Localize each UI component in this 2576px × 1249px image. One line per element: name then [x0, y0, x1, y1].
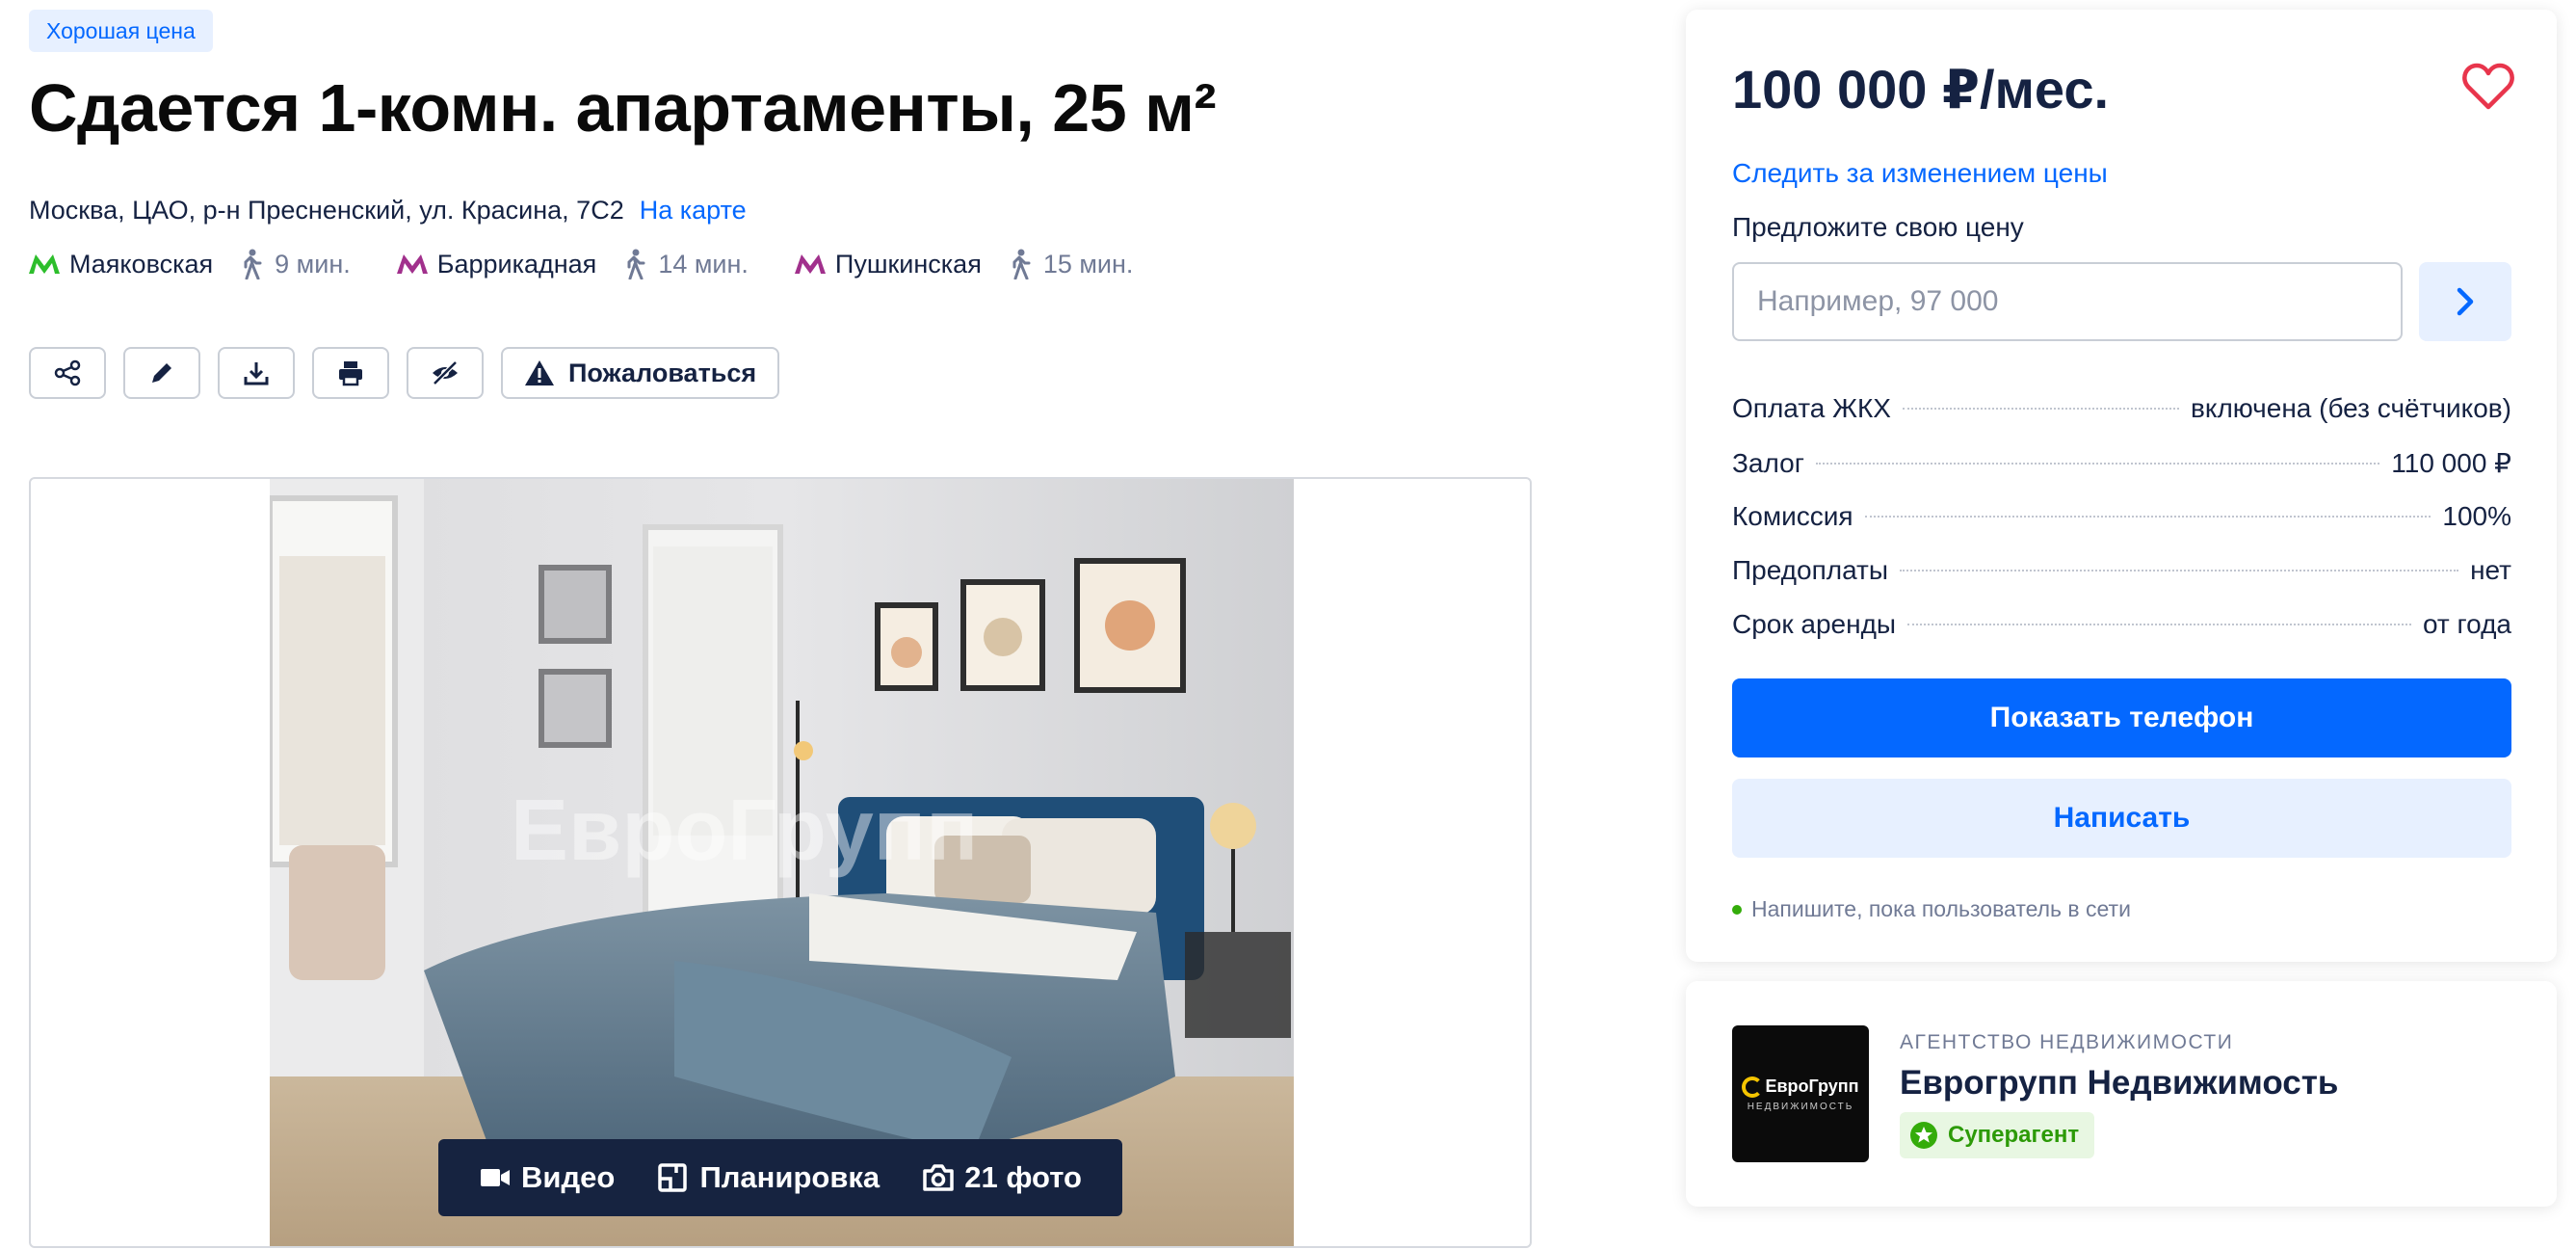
bedroom-photo: ЕвроГрупп [270, 479, 1294, 1246]
good-price-badge: Хорошая цена [29, 10, 213, 52]
metro-icon [29, 254, 60, 274]
heart-icon[interactable] [2462, 63, 2514, 111]
term-label: Оплата ЖКХ [1732, 393, 1891, 423]
write-message-button[interactable]: Написать [1732, 779, 2511, 858]
photos-count-label: 21 фото [964, 1160, 1082, 1194]
superagent-badge: Суперагент [1900, 1112, 2095, 1158]
price-offer-input[interactable] [1732, 262, 2403, 341]
term-row: Залог 110 000 ₽ [1732, 447, 2511, 501]
warning-icon [525, 360, 554, 385]
pencil-icon [152, 363, 171, 383]
show-phone-button[interactable]: Показать телефон [1732, 678, 2511, 757]
metro-icon [794, 254, 826, 274]
term-label: Комиссия [1732, 501, 1853, 531]
term-row: Срок аренды от года [1732, 609, 2511, 663]
dotted-leader [1902, 408, 2179, 410]
edit-button[interactable] [123, 347, 200, 399]
listing-title: Сдается 1-комн. апартаменты, 25 м² [29, 70, 1217, 146]
photo-gallery[interactable]: ЕвроГрупп Видео Планировка 21 фото [29, 477, 1532, 1248]
video-camera-icon [481, 1169, 511, 1186]
walk-icon [244, 249, 262, 279]
video-label: Видео [521, 1160, 616, 1194]
video-button[interactable]: Видео [479, 1160, 615, 1195]
download-icon [244, 362, 269, 385]
floorplan-icon [658, 1163, 688, 1192]
agent-logo[interactable]: ЕвроГрупп НЕДВИЖИМОСТЬ [1732, 1025, 1869, 1162]
walk-time: 9 мин. [275, 249, 351, 279]
photo-watermark: ЕвроГрупп [511, 783, 978, 879]
floorplan-label: Планировка [699, 1160, 881, 1194]
media-bar: Видео Планировка 21 фото [438, 1139, 1122, 1216]
dotted-leader [1815, 463, 2380, 465]
suggest-price-label: Предложите свою цену [1732, 212, 2024, 242]
chevron-right-icon [2457, 287, 2474, 316]
price-card: 100 000 ₽/мес. Следить за изменением цен… [1686, 10, 2557, 962]
address-text: Москва, ЦАО, р-н Пресненский, ул. Красин… [29, 196, 624, 225]
agent-name-link[interactable]: Еврогрупп Недвижимость [1900, 1064, 2338, 1103]
dotted-leader [1899, 570, 2459, 571]
print-icon [339, 361, 362, 386]
metro-name: Пушкинская [834, 249, 982, 279]
download-button[interactable] [218, 347, 295, 399]
address: Москва, ЦАО, р-н Пресненский, ул. Красин… [29, 196, 747, 226]
share-icon [54, 359, 81, 386]
report-button[interactable]: Пожаловаться [501, 347, 780, 399]
metro-station[interactable]: Пушкинская 15 мин. [794, 249, 1134, 279]
logo-text: ЕвроГрупп [1765, 1076, 1859, 1096]
term-label: Срок аренды [1732, 609, 1897, 639]
walk-icon [1012, 249, 1031, 279]
logo-e-icon [1742, 1076, 1764, 1098]
watch-price-link[interactable]: Следить за изменением цены [1732, 158, 2108, 189]
online-dot-icon [1732, 904, 1742, 915]
metro-station[interactable]: Маяковская 9 мин. [29, 249, 351, 279]
walk-time: 15 мин. [1042, 249, 1134, 279]
term-value: 100% [2442, 501, 2511, 531]
online-status: Напишите, пока пользователь в сети [1732, 896, 2131, 922]
term-row: Предоплаты нет [1732, 555, 2511, 609]
term-label: Предоплаты [1732, 555, 1888, 585]
hide-icon [433, 360, 458, 385]
superagent-label: Суперагент [1948, 1122, 2080, 1148]
dotted-leader [1864, 516, 2431, 518]
on-map-link[interactable]: На карте [640, 196, 747, 226]
main-photo[interactable]: ЕвроГрупп [270, 479, 1294, 1246]
term-value: нет [2470, 555, 2511, 585]
term-value: от года [2422, 609, 2511, 639]
online-hint: Напишите, пока пользователь в сети [1751, 896, 2131, 921]
term-row: Комиссия 100% [1732, 501, 2511, 555]
walk-icon [627, 249, 645, 279]
agent-type: АГЕНТСТВО НЕДВИЖИМОСТИ [1900, 1031, 2234, 1053]
metro-list: Маяковская 9 мин. Баррикадная 14 мин. Пу… [29, 249, 1179, 279]
metro-station[interactable]: Баррикадная 14 мин. [396, 249, 749, 279]
camera-icon [923, 1164, 954, 1191]
logo-wordmark: ЕвроГрупп [1742, 1076, 1859, 1098]
star-badge-icon [1910, 1122, 1937, 1149]
walk-time: 14 мин. [658, 249, 749, 279]
photos-button[interactable]: 21 фото [922, 1160, 1082, 1195]
submit-offer-button[interactable] [2419, 262, 2511, 341]
hide-button[interactable] [407, 347, 484, 399]
term-row: Оплата ЖКХ включена (без счётчиков) [1732, 393, 2511, 447]
term-value: 110 000 ₽ [2391, 448, 2511, 478]
term-label: Залог [1732, 448, 1804, 478]
share-button[interactable] [29, 347, 106, 399]
agent-card: ЕвроГрупп НЕДВИЖИМОСТЬ АГЕНТСТВО НЕДВИЖИ… [1686, 981, 2557, 1207]
listing-toolbar: Пожаловаться [29, 347, 780, 399]
rental-terms: Оплата ЖКХ включена (без счётчиков) Залог… [1732, 393, 2511, 663]
report-label: Пожаловаться [568, 358, 757, 387]
floorplan-button[interactable]: Планировка [657, 1160, 880, 1195]
logo-subtext: НЕДВИЖИМОСТЬ [1747, 1101, 1854, 1112]
rent-price: 100 000 ₽/мес. [1732, 59, 2110, 120]
metro-icon [396, 254, 428, 274]
print-button[interactable] [312, 347, 389, 399]
dotted-leader [1907, 624, 2411, 625]
metro-name: Маяковская [69, 249, 214, 279]
term-value: включена (без счётчиков) [2191, 393, 2511, 423]
metro-name: Баррикадная [436, 249, 597, 279]
